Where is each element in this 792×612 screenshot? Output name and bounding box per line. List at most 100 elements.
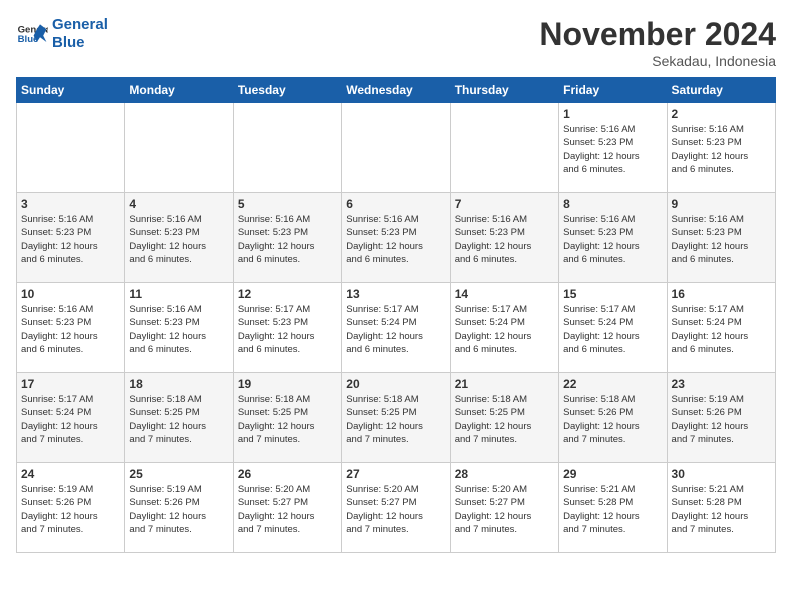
day-number: 28: [455, 467, 554, 481]
calendar-cell: 23 Sunrise: 5:19 AM Sunset: 5:26 PM Dayli…: [667, 373, 775, 463]
day-info: Sunrise: 5:21 AM Sunset: 5:28 PM Dayligh…: [672, 483, 771, 536]
calendar-cell: 20Sunrise: 5:18 AM Sunset: 5:25 PM Dayli…: [342, 373, 450, 463]
day-info: Sunrise: 5:16 AM Sunset: 5:23 PM Dayligh…: [129, 303, 228, 356]
day-info: Sunrise: 5:20 AM Sunset: 5:27 PM Dayligh…: [238, 483, 337, 536]
week-row-5: 24 Sunrise: 5:19 AM Sunset: 5:26 PM Dayli…: [17, 463, 776, 553]
day-number: 9: [672, 197, 771, 211]
day-info: Sunrise: 5:16 AM Sunset: 5:23 PM Dayligh…: [346, 213, 445, 266]
day-number: 27: [346, 467, 445, 481]
logo-text-line2: Blue: [52, 34, 108, 52]
day-info: Sunrise: 5:16 AM Sunset: 5:23 PM Dayligh…: [563, 123, 662, 176]
calendar-cell: 19Sunrise: 5:18 AM Sunset: 5:25 PM Dayli…: [233, 373, 341, 463]
day-number: 10: [21, 287, 120, 301]
calendar-cell: 14Sunrise: 5:17 AM Sunset: 5:24 PM Dayli…: [450, 283, 558, 373]
calendar-cell: 17 Sunrise: 5:17 AM Sunset: 5:24 PM Dayli…: [17, 373, 125, 463]
logo-text-line1: General: [52, 16, 108, 34]
week-row-1: 1 Sunrise: 5:16 AM Sunset: 5:23 PM Daylig…: [17, 103, 776, 193]
month-title: November 2024: [539, 16, 776, 53]
weekday-header-monday: Monday: [125, 78, 233, 103]
calendar-table: SundayMondayTuesdayWednesdayThursdayFrid…: [16, 77, 776, 553]
calendar-cell: 13Sunrise: 5:17 AM Sunset: 5:24 PM Dayli…: [342, 283, 450, 373]
day-number: 2: [672, 107, 771, 121]
day-number: 18: [129, 377, 228, 391]
calendar-cell: [450, 103, 558, 193]
day-number: 29: [563, 467, 662, 481]
day-number: 23: [672, 377, 771, 391]
day-info: Sunrise: 5:16 AM Sunset: 5:23 PM Dayligh…: [672, 213, 771, 266]
day-info: Sunrise: 5:17 AM Sunset: 5:24 PM Dayligh…: [455, 303, 554, 356]
weekday-header-row: SundayMondayTuesdayWednesdayThursdayFrid…: [17, 78, 776, 103]
weekday-header-sunday: Sunday: [17, 78, 125, 103]
day-info: Sunrise: 5:18 AM Sunset: 5:25 PM Dayligh…: [346, 393, 445, 446]
calendar-cell: 5 Sunrise: 5:16 AM Sunset: 5:23 PM Daylig…: [233, 193, 341, 283]
calendar-cell: 10 Sunrise: 5:16 AM Sunset: 5:23 PM Dayli…: [17, 283, 125, 373]
day-info: Sunrise: 5:16 AM Sunset: 5:23 PM Dayligh…: [563, 213, 662, 266]
day-info: Sunrise: 5:20 AM Sunset: 5:27 PM Dayligh…: [455, 483, 554, 536]
location-subtitle: Sekadau, Indonesia: [539, 53, 776, 69]
calendar-cell: 4 Sunrise: 5:16 AM Sunset: 5:23 PM Daylig…: [125, 193, 233, 283]
calendar-cell: 11Sunrise: 5:16 AM Sunset: 5:23 PM Dayli…: [125, 283, 233, 373]
day-info: Sunrise: 5:17 AM Sunset: 5:23 PM Dayligh…: [238, 303, 337, 356]
day-number: 13: [346, 287, 445, 301]
day-info: Sunrise: 5:19 AM Sunset: 5:26 PM Dayligh…: [672, 393, 771, 446]
calendar-cell: [17, 103, 125, 193]
day-info: Sunrise: 5:17 AM Sunset: 5:24 PM Dayligh…: [672, 303, 771, 356]
day-info: Sunrise: 5:17 AM Sunset: 5:24 PM Dayligh…: [563, 303, 662, 356]
day-number: 4: [129, 197, 228, 211]
calendar-cell: 27 Sunrise: 5:20 AM Sunset: 5:27 PM Dayli…: [342, 463, 450, 553]
day-number: 24: [21, 467, 120, 481]
calendar-cell: 18 Sunrise: 5:18 AM Sunset: 5:25 PM Dayli…: [125, 373, 233, 463]
day-number: 21: [455, 377, 554, 391]
calendar-cell: 21 Sunrise: 5:18 AM Sunset: 5:25 PM Dayli…: [450, 373, 558, 463]
page-header: General Blue General Blue November 2024 …: [16, 16, 776, 69]
day-number: 22: [563, 377, 662, 391]
calendar-cell: 28 Sunrise: 5:20 AM Sunset: 5:27 PM Dayli…: [450, 463, 558, 553]
day-number: 26: [238, 467, 337, 481]
weekday-header-tuesday: Tuesday: [233, 78, 341, 103]
calendar-cell: 15 Sunrise: 5:17 AM Sunset: 5:24 PM Dayli…: [559, 283, 667, 373]
calendar-cell: 3Sunrise: 5:16 AM Sunset: 5:23 PM Daylig…: [17, 193, 125, 283]
calendar-cell: 7Sunrise: 5:16 AM Sunset: 5:23 PM Daylig…: [450, 193, 558, 283]
calendar-cell: 25 Sunrise: 5:19 AM Sunset: 5:26 PM Dayli…: [125, 463, 233, 553]
day-info: Sunrise: 5:20 AM Sunset: 5:27 PM Dayligh…: [346, 483, 445, 536]
calendar-cell: 30 Sunrise: 5:21 AM Sunset: 5:28 PM Dayli…: [667, 463, 775, 553]
day-number: 30: [672, 467, 771, 481]
calendar-cell: 1 Sunrise: 5:16 AM Sunset: 5:23 PM Daylig…: [559, 103, 667, 193]
calendar-cell: 29 Sunrise: 5:21 AM Sunset: 5:28 PM Dayli…: [559, 463, 667, 553]
day-number: 12: [238, 287, 337, 301]
day-number: 19: [238, 377, 337, 391]
logo: General Blue General Blue: [16, 16, 108, 52]
day-number: 16: [672, 287, 771, 301]
calendar-cell: 9 Sunrise: 5:16 AM Sunset: 5:23 PM Daylig…: [667, 193, 775, 283]
day-number: 1: [563, 107, 662, 121]
day-number: 8: [563, 197, 662, 211]
calendar-cell: 8 Sunrise: 5:16 AM Sunset: 5:23 PM Daylig…: [559, 193, 667, 283]
calendar-cell: 24Sunrise: 5:19 AM Sunset: 5:26 PM Dayli…: [17, 463, 125, 553]
day-info: Sunrise: 5:18 AM Sunset: 5:25 PM Dayligh…: [129, 393, 228, 446]
day-info: Sunrise: 5:16 AM Sunset: 5:23 PM Dayligh…: [129, 213, 228, 266]
day-number: 25: [129, 467, 228, 481]
day-info: Sunrise: 5:16 AM Sunset: 5:23 PM Dayligh…: [672, 123, 771, 176]
weekday-header-wednesday: Wednesday: [342, 78, 450, 103]
day-number: 15: [563, 287, 662, 301]
weekday-header-saturday: Saturday: [667, 78, 775, 103]
day-info: Sunrise: 5:19 AM Sunset: 5:26 PM Dayligh…: [129, 483, 228, 536]
day-info: Sunrise: 5:17 AM Sunset: 5:24 PM Dayligh…: [21, 393, 120, 446]
day-number: 7: [455, 197, 554, 211]
calendar-cell: 12 Sunrise: 5:17 AM Sunset: 5:23 PM Dayli…: [233, 283, 341, 373]
weekday-header-friday: Friday: [559, 78, 667, 103]
day-number: 5: [238, 197, 337, 211]
weekday-header-thursday: Thursday: [450, 78, 558, 103]
week-row-2: 3Sunrise: 5:16 AM Sunset: 5:23 PM Daylig…: [17, 193, 776, 283]
day-info: Sunrise: 5:16 AM Sunset: 5:23 PM Dayligh…: [21, 213, 120, 266]
day-info: Sunrise: 5:16 AM Sunset: 5:23 PM Dayligh…: [238, 213, 337, 266]
day-number: 17: [21, 377, 120, 391]
day-info: Sunrise: 5:21 AM Sunset: 5:28 PM Dayligh…: [563, 483, 662, 536]
day-number: 6: [346, 197, 445, 211]
calendar-cell: 26 Sunrise: 5:20 AM Sunset: 5:27 PM Dayli…: [233, 463, 341, 553]
title-block: November 2024 Sekadau, Indonesia: [539, 16, 776, 69]
day-info: Sunrise: 5:18 AM Sunset: 5:26 PM Dayligh…: [563, 393, 662, 446]
calendar-cell: [125, 103, 233, 193]
day-info: Sunrise: 5:18 AM Sunset: 5:25 PM Dayligh…: [455, 393, 554, 446]
day-info: Sunrise: 5:16 AM Sunset: 5:23 PM Dayligh…: [21, 303, 120, 356]
